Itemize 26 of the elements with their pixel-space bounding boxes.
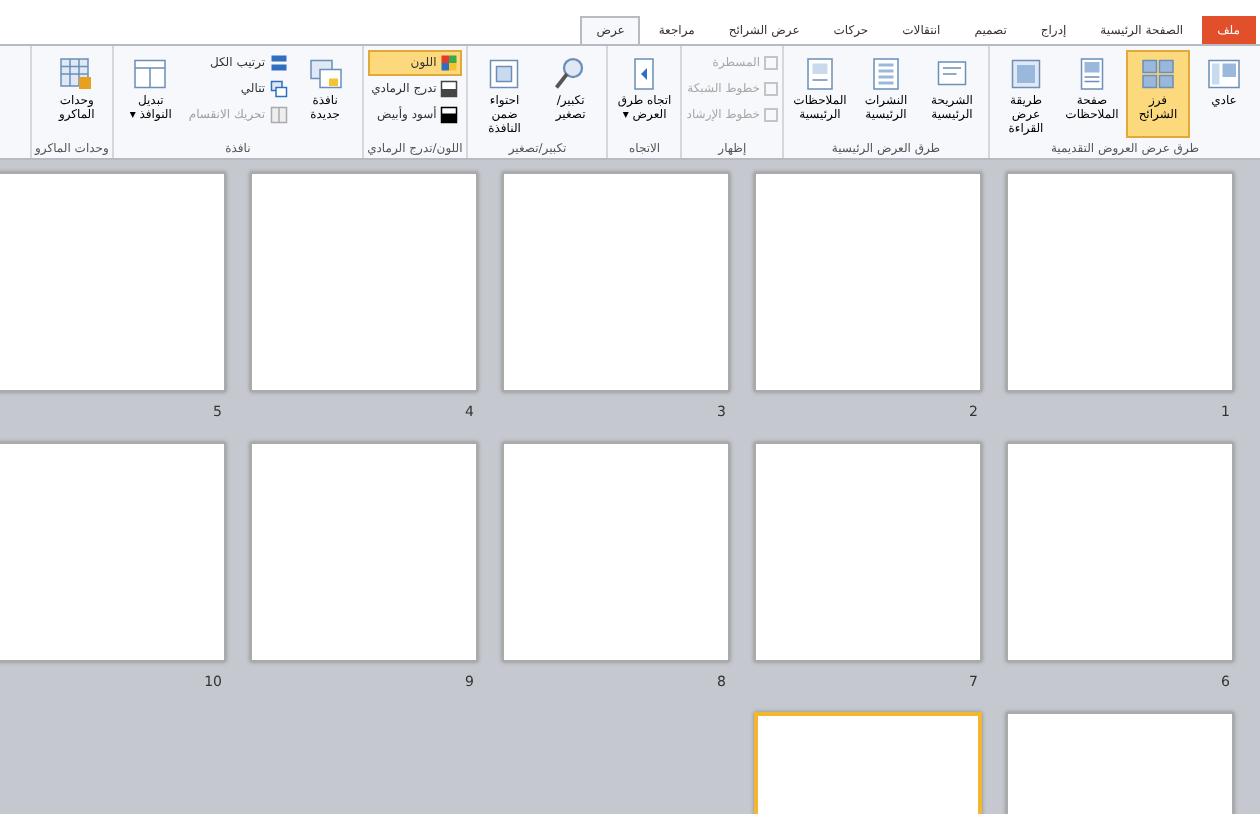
layout-icon — [1206, 56, 1242, 92]
split-icon — [269, 106, 288, 124]
slide-thumbnail[interactable] — [502, 442, 730, 662]
slide-thumbnail[interactable] — [250, 172, 478, 392]
slide-thumbnail[interactable] — [0, 172, 226, 392]
list-icon — [868, 56, 904, 92]
palette-icon — [440, 54, 459, 72]
page-icon — [802, 56, 838, 92]
slide-thumbnail[interactable] — [250, 442, 478, 662]
grid-icon — [1140, 56, 1176, 92]
slide-thumbnail[interactable] — [754, 172, 982, 392]
windows-icon — [307, 56, 344, 92]
fit-icon — [486, 56, 523, 92]
magnifier-icon — [552, 56, 589, 92]
stack-icon — [269, 54, 288, 72]
contrast-icon — [440, 106, 459, 124]
slide-thumbnail[interactable] — [0, 442, 226, 662]
slide-thumbnail[interactable] — [1006, 442, 1234, 662]
slide-thumbnail[interactable] — [502, 172, 730, 392]
window-icon — [132, 56, 169, 92]
shade-icon — [440, 80, 459, 98]
slide-thumbnail[interactable] — [754, 442, 982, 662]
windows-icon — [269, 80, 288, 98]
book-icon — [1008, 56, 1044, 92]
slide-thumbnail[interactable] — [1006, 172, 1234, 392]
table-icon — [58, 56, 95, 92]
